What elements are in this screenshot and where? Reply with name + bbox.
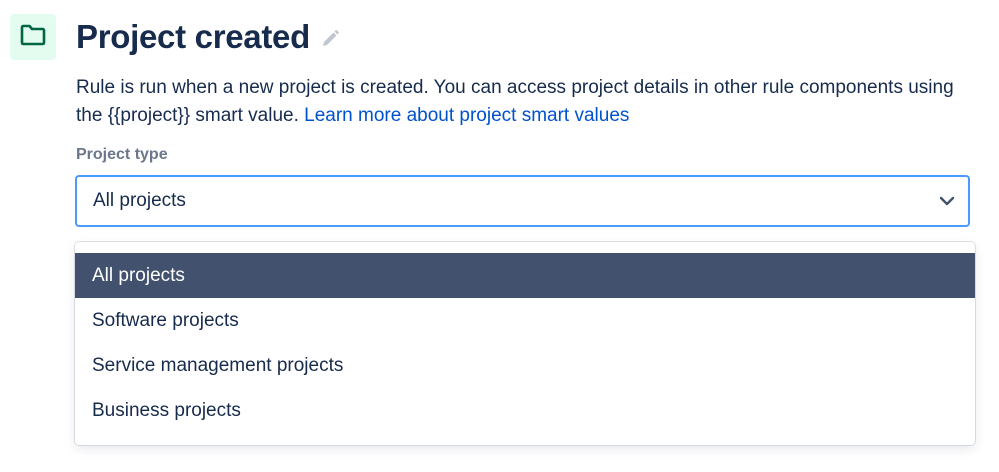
project-type-menu: All projects Software projects Service m… bbox=[75, 242, 975, 445]
option-all-projects[interactable]: All projects bbox=[75, 253, 975, 298]
trigger-description: Rule is run when a new project is create… bbox=[76, 74, 981, 130]
project-type-label: Project type bbox=[76, 146, 168, 163]
chevron-down-icon[interactable] bbox=[938, 195, 956, 207]
option-business-projects[interactable]: Business projects bbox=[75, 388, 975, 433]
trigger-config-panel: Project created Rule is run when a new p… bbox=[0, 0, 999, 472]
option-software-projects[interactable]: Software projects bbox=[75, 298, 975, 343]
title-row: Project created bbox=[76, 14, 340, 60]
project-type-select[interactable]: All projects bbox=[75, 175, 970, 227]
pencil-icon[interactable] bbox=[320, 29, 340, 49]
folder-icon bbox=[20, 24, 46, 51]
page-title: Project created bbox=[76, 18, 310, 55]
project-type-selected-value: All projects bbox=[93, 190, 186, 211]
trigger-icon-tile bbox=[10, 14, 56, 60]
option-service-management-projects[interactable]: Service management projects bbox=[75, 343, 975, 388]
learn-more-link[interactable]: Learn more about project smart values bbox=[304, 105, 629, 126]
